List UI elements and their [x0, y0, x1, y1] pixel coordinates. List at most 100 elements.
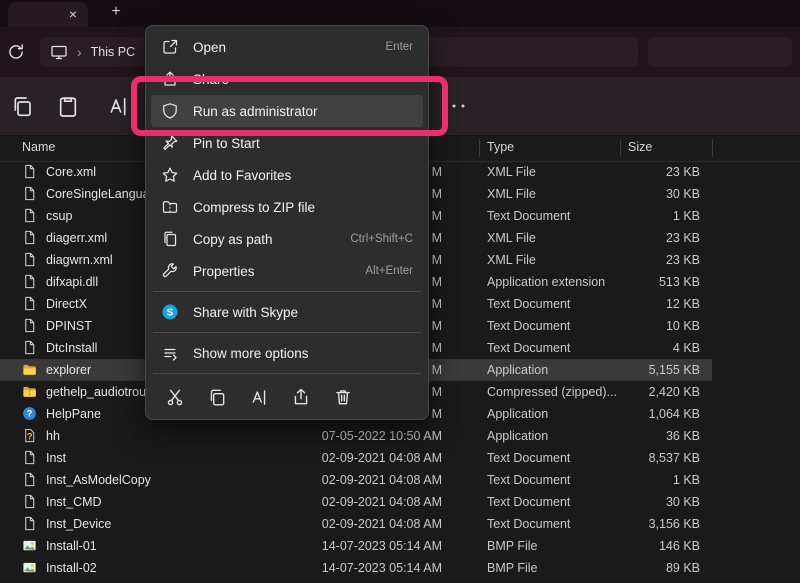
paste-button[interactable]	[56, 94, 80, 118]
menu-item-label: Open	[193, 40, 376, 55]
menu-item-label: Pin to Start	[193, 136, 413, 151]
menu-item-share-with-skype[interactable]: SShare with Skype	[151, 296, 423, 328]
column-divider[interactable]	[712, 139, 713, 157]
explorer-tab[interactable]: ×	[8, 2, 88, 27]
file-name: HelpPane	[46, 407, 101, 421]
file-size: 8,537 KB	[608, 451, 700, 465]
help-blue-icon: ?	[22, 406, 37, 421]
column-header-type[interactable]: Type	[487, 140, 514, 154]
file-name: csup	[46, 209, 72, 223]
image-icon	[22, 538, 37, 553]
image-icon	[22, 560, 37, 575]
column-divider[interactable]	[620, 139, 621, 157]
menu-item-add-to-favorites[interactable]: Add to Favorites	[151, 159, 423, 191]
file-size: 23 KB	[608, 253, 700, 267]
doc-icon	[22, 296, 37, 311]
file-type: Application	[487, 363, 548, 377]
file-size: 12 KB	[608, 297, 700, 311]
file-type: XML File	[487, 187, 536, 201]
column-header-size[interactable]: Size	[628, 140, 652, 154]
delete-button[interactable]	[333, 387, 353, 407]
file-size: 1,064 KB	[608, 407, 700, 421]
file-type: XML File	[487, 165, 536, 179]
refresh-icon[interactable]	[6, 42, 26, 62]
file-name: diagerr.xml	[46, 231, 107, 245]
file-name: Install-02	[46, 561, 97, 575]
menu-separator	[153, 291, 421, 292]
file-row-hh[interactable]: ?hh07-05-2022 10:50 AMApplication36 KB	[0, 425, 800, 447]
menu-item-compress-to-zip-file[interactable]: Compress to ZIP file	[151, 191, 423, 223]
zipfolder-icon	[22, 384, 37, 399]
svg-text:?: ?	[27, 409, 32, 419]
rename-button[interactable]	[106, 94, 130, 118]
file-type: Text Document	[487, 495, 570, 509]
cut-button[interactable]	[165, 387, 185, 407]
menu-item-copy-as-path[interactable]: Copy as pathCtrl+Shift+C	[151, 223, 423, 255]
help-yellow-icon: ?	[22, 428, 37, 443]
file-size: 146 KB	[608, 539, 700, 553]
file-name: gethelp_audiotroul...	[46, 385, 159, 399]
file-name: Inst	[46, 451, 66, 465]
file-name: DPINST	[46, 319, 92, 333]
zip-icon	[161, 198, 179, 216]
doc-icon	[22, 208, 37, 223]
file-name: Inst_CMD	[46, 495, 102, 509]
file-type: BMP File	[487, 561, 537, 575]
file-row-inst-device[interactable]: Inst_Device02-09-2021 04:08 AMText Docum…	[0, 513, 800, 535]
path-icon	[161, 230, 179, 248]
menu-item-label: Compress to ZIP file	[193, 200, 413, 215]
menu-item-properties[interactable]: PropertiesAlt+Enter	[151, 255, 423, 287]
file-type: Application extension	[487, 275, 605, 289]
column-header-name[interactable]: Name	[22, 140, 55, 154]
menu-item-label: Properties	[193, 264, 355, 279]
file-size: 10 KB	[608, 319, 700, 333]
menu-item-open[interactable]: OpenEnter	[151, 31, 423, 63]
doc-icon	[22, 186, 37, 201]
tab-close-button[interactable]: ×	[64, 5, 82, 23]
file-type: Text Document	[487, 451, 570, 465]
menu-item-shortcut: Alt+Enter	[355, 265, 413, 277]
menu-item-shortcut: Enter	[376, 41, 414, 53]
menu-item-run-as-administrator[interactable]: Run as administrator	[151, 95, 423, 127]
menu-item-label: Show more options	[193, 346, 413, 361]
doc-icon	[22, 450, 37, 465]
file-row-inst-cmd[interactable]: Inst_CMD02-09-2021 04:08 AMText Document…	[0, 491, 800, 513]
file-size: 30 KB	[608, 495, 700, 509]
rename-button[interactable]	[249, 387, 269, 407]
doc-icon	[22, 472, 37, 487]
menu-item-label: Add to Favorites	[193, 168, 413, 183]
share-button[interactable]	[291, 387, 311, 407]
menu-item-label: Share	[193, 72, 413, 87]
breadcrumb[interactable]: This PC	[91, 45, 135, 59]
column-divider[interactable]	[479, 139, 480, 157]
copy-button[interactable]	[10, 94, 34, 118]
doc-icon	[22, 494, 37, 509]
svg-text:?: ?	[27, 431, 33, 441]
this-pc-icon	[50, 43, 68, 61]
file-row-inst-asmodelcopy[interactable]: Inst_AsModelCopy02-09-2021 04:08 AMText …	[0, 469, 800, 491]
file-size: 1 KB	[608, 209, 700, 223]
more-options-icon	[161, 344, 179, 362]
doc-icon	[22, 318, 37, 333]
search-box[interactable]	[648, 37, 792, 67]
properties-icon	[161, 262, 179, 280]
new-tab-button[interactable]: +	[106, 2, 126, 22]
file-name: Inst_AsModelCopy	[46, 473, 151, 487]
doc-icon	[22, 516, 37, 531]
file-type: Application	[487, 407, 548, 421]
file-type: Application	[487, 429, 548, 443]
menu-item-pin-to-start[interactable]: Pin to Start	[151, 127, 423, 159]
file-row-install-01[interactable]: Install-0114-07-2023 05:14 AMBMP File146…	[0, 535, 800, 557]
doc-icon	[22, 164, 37, 179]
file-type: Text Document	[487, 341, 570, 355]
see-more-button[interactable]	[441, 99, 467, 113]
file-name: diagwrn.xml	[46, 253, 113, 267]
menu-item-share[interactable]: Share	[151, 63, 423, 95]
doc-icon	[22, 340, 37, 355]
tab-bar: × +	[0, 0, 800, 27]
copy-button[interactable]	[207, 387, 227, 407]
file-name: DirectX	[46, 297, 87, 311]
menu-item-show-more-options[interactable]: Show more options	[151, 337, 423, 369]
file-row-inst[interactable]: Inst02-09-2021 04:08 AMText Document8,53…	[0, 447, 800, 469]
file-row-install-02[interactable]: Install-0214-07-2023 05:14 AMBMP File89 …	[0, 557, 800, 579]
